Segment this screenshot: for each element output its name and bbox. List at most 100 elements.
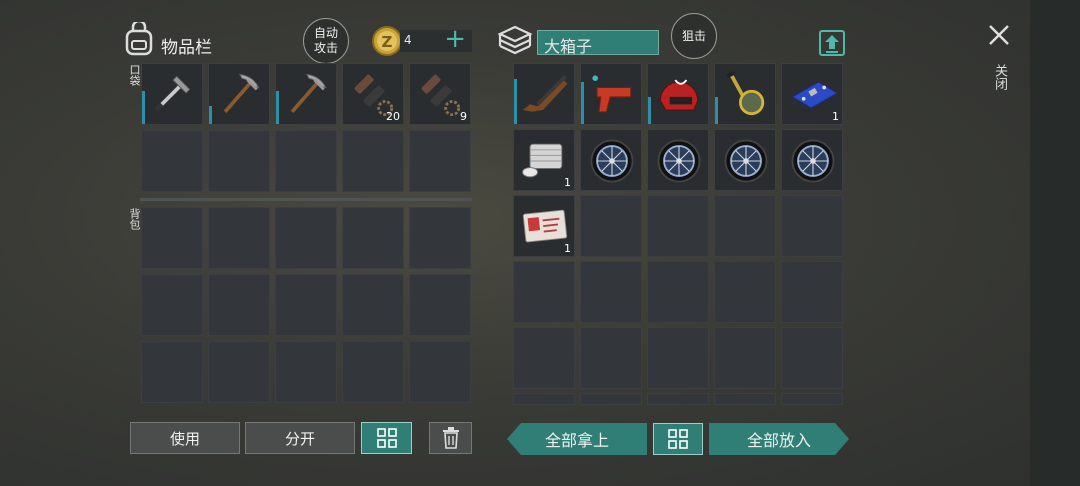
snipe-button[interactable]: 狙击 (671, 13, 717, 59)
backpack-slot[interactable] (409, 274, 471, 336)
pocket-slot[interactable] (208, 63, 270, 125)
coin-icon: Z (372, 26, 402, 60)
backpack-slot[interactable] (275, 341, 337, 403)
container-slot[interactable] (647, 327, 709, 389)
sort-grid-button-right[interactable] (653, 423, 703, 455)
item-count: 1 (832, 110, 839, 123)
container-slot[interactable]: 1 (781, 63, 843, 125)
backpack-slot[interactable] (409, 341, 471, 403)
grid-icon (376, 428, 397, 448)
backpack-slot[interactable] (275, 274, 337, 336)
backpack-slot[interactable] (275, 207, 337, 269)
item-count: 9 (460, 110, 467, 123)
container-slot[interactable] (781, 129, 843, 191)
container-slot[interactable] (714, 129, 776, 191)
take-all-button[interactable]: 全部拿上 (507, 423, 647, 455)
container-slot[interactable] (580, 195, 642, 257)
take-all-label: 全部拿上 (544, 431, 609, 450)
trash-button[interactable] (429, 422, 472, 454)
container-slot[interactable] (647, 129, 709, 191)
split-button[interactable]: 分开 (245, 422, 355, 454)
sort-grid-button-left[interactable] (361, 422, 412, 454)
auto-attack-button[interactable]: 自动 攻击 (303, 18, 349, 64)
pocket-slot[interactable] (141, 63, 203, 125)
pocket-slot[interactable] (141, 130, 203, 192)
auto-attack-label-1: 自动 (313, 26, 338, 40)
pocket-slot[interactable]: 9 (409, 63, 471, 125)
container-slot[interactable] (513, 261, 575, 323)
pocket-slot[interactable] (409, 130, 471, 192)
pickaxe-icon (290, 73, 327, 114)
coin-count-bar: 4 + (400, 24, 472, 54)
backpack-slot[interactable] (342, 341, 404, 403)
container-slot[interactable] (580, 393, 642, 405)
split-label: 分开 (284, 429, 315, 448)
backpack-slot[interactable] (342, 207, 404, 269)
container-slot[interactable] (714, 261, 776, 323)
add-coins-button[interactable]: + (444, 24, 466, 54)
backpack-label: 背包 (128, 208, 141, 230)
container-slot[interactable] (714, 393, 776, 405)
pocket-slot[interactable]: 20 (342, 63, 404, 125)
container-slot[interactable] (647, 393, 709, 405)
backpack-slot[interactable] (141, 207, 203, 269)
durability-bar (581, 82, 584, 124)
container-slot[interactable] (781, 327, 843, 389)
backpack-icon (123, 19, 155, 60)
pocket-slot[interactable] (342, 130, 404, 192)
container-slot[interactable] (781, 195, 843, 257)
put-all-label: 全部放入 (746, 431, 811, 450)
close-label[interactable]: 关闭 (990, 64, 1009, 90)
backpack-slot[interactable] (141, 341, 203, 403)
durability-bar (648, 97, 651, 124)
flare-gun-icon (592, 75, 632, 113)
auto-attack-label-2: 攻击 (313, 41, 338, 55)
container-slot[interactable] (714, 63, 776, 125)
item-count: 20 (386, 110, 400, 123)
use-button[interactable]: 使用 (130, 422, 240, 454)
item-count: 1 (564, 176, 571, 189)
container-slot[interactable] (647, 195, 709, 257)
helmet-icon (659, 79, 699, 111)
close-icon[interactable] (988, 24, 1010, 50)
container-slot[interactable] (714, 195, 776, 257)
container-slot[interactable] (513, 393, 575, 405)
backpack-slot[interactable] (409, 207, 471, 269)
container-slot[interactable] (781, 393, 843, 405)
pickaxe-icon (223, 73, 260, 114)
pocket-slot[interactable] (275, 130, 337, 192)
container-slot[interactable] (513, 63, 575, 125)
container-slot[interactable] (647, 63, 709, 125)
put-all-button[interactable]: 全部放入 (709, 423, 849, 455)
shotgun-icon (522, 75, 568, 112)
container-slot[interactable] (580, 129, 642, 191)
container-slot[interactable]: 1 (513, 195, 575, 257)
container-slot[interactable] (513, 327, 575, 389)
container-slot[interactable] (781, 261, 843, 323)
item-count: 1 (564, 242, 571, 255)
grid-icon (668, 429, 688, 449)
backpack-slot[interactable] (141, 274, 203, 336)
backpack-slot[interactable] (342, 274, 404, 336)
pocket-slot[interactable] (275, 63, 337, 125)
container-slot[interactable] (580, 63, 642, 125)
box-stack-icon (497, 24, 533, 60)
wheel-icon (791, 139, 835, 183)
wheel-icon (590, 139, 634, 183)
upload-icon[interactable] (818, 29, 846, 61)
wheel-icon (657, 139, 701, 183)
backpack-slot[interactable] (208, 207, 270, 269)
container-slot[interactable]: 1 (513, 129, 575, 191)
container-name-field[interactable]: 大箱子 (537, 30, 659, 56)
trash-icon (442, 427, 459, 449)
container-slot[interactable] (580, 327, 642, 389)
container-slot[interactable] (714, 327, 776, 389)
container-slot[interactable] (647, 261, 709, 323)
hammer-icon (154, 75, 191, 112)
coin-count: 4 (404, 33, 412, 47)
snipe-label: 狙击 (681, 28, 706, 43)
container-slot[interactable] (580, 261, 642, 323)
backpack-slot[interactable] (208, 274, 270, 336)
backpack-slot[interactable] (208, 341, 270, 403)
pocket-slot[interactable] (208, 130, 270, 192)
